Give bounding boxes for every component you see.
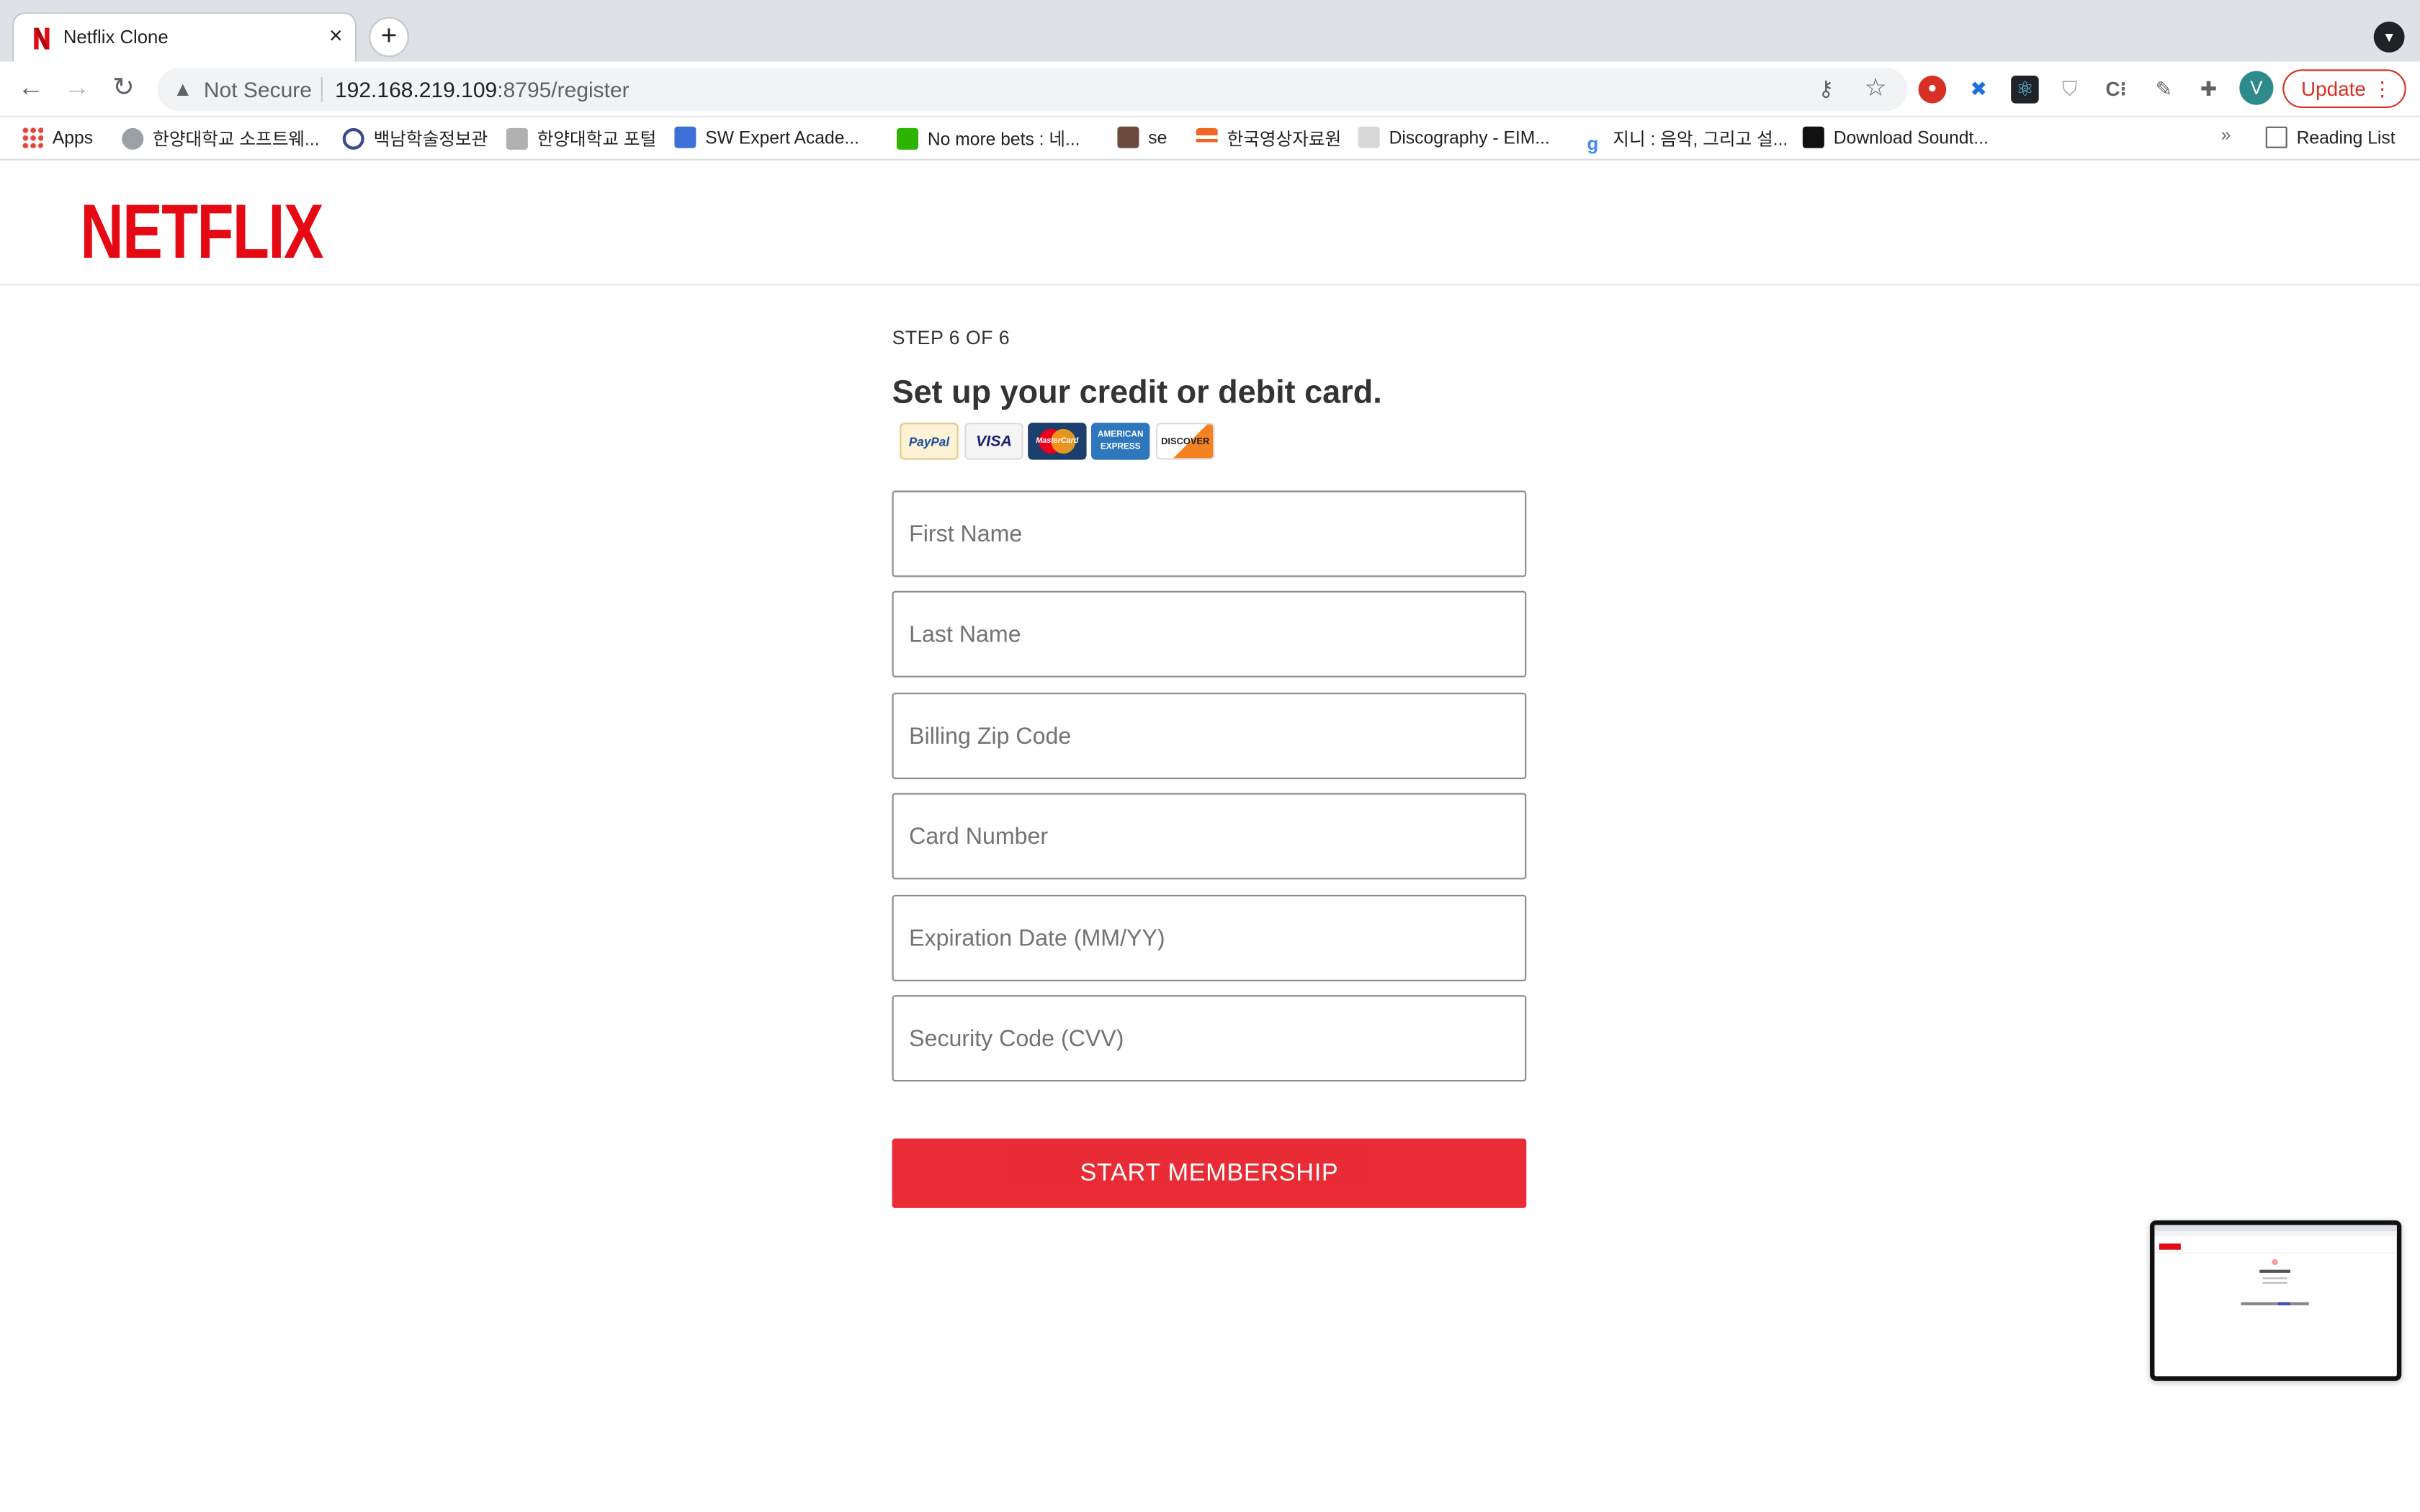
warning-icon: ▲ — [173, 77, 193, 101]
bookmark-label: Discography - EIM... — [1389, 130, 1550, 148]
netflix-logo[interactable]: NETFLIX — [80, 188, 323, 274]
bookmark-library[interactable]: 백남학술정보관 — [342, 127, 488, 151]
start-membership-button[interactable]: START MEMBERSHIP — [892, 1138, 1527, 1208]
security-code-input[interactable] — [893, 996, 1525, 1080]
expiration-date-input[interactable] — [893, 896, 1525, 980]
screen: Netflix Clone × + ▼ ← → ↻ ▲ Not Secure 1… — [0, 0, 2420, 1512]
tab-search-icon[interactable]: ▼ — [2373, 22, 2405, 53]
extensions-puzzle-icon[interactable]: ✚ — [2195, 76, 2223, 104]
sw-expert-icon — [674, 126, 696, 148]
mastercard-logo: MasterCard — [1028, 423, 1087, 460]
devtools-extension-icon[interactable]: ✖ — [1965, 76, 1993, 104]
security-code-field[interactable] — [892, 995, 1527, 1082]
bookmark-hanyang-portal[interactable]: 한양대학교 포털 — [506, 127, 656, 151]
billing-zip-input[interactable] — [893, 694, 1525, 778]
tab-netflix-clone[interactable]: Netflix Clone × — [12, 12, 357, 62]
new-tab-button[interactable]: + — [369, 17, 409, 58]
photo-icon — [1117, 126, 1139, 148]
reading-list-label: Reading List — [2296, 130, 2396, 148]
shield-extension-icon[interactable]: ⛉ — [2056, 76, 2084, 104]
address-divider — [321, 77, 323, 102]
bookmark-kofa[interactable]: 한국영상자료원 — [1196, 127, 1342, 151]
expiration-date-field[interactable] — [892, 894, 1527, 981]
netflix-favicon-icon — [34, 27, 50, 50]
profile-avatar[interactable]: V — [2239, 71, 2274, 105]
bookmarks-overflow-button[interactable]: » — [2221, 127, 2231, 145]
forward-icon[interactable]: → — [60, 71, 94, 105]
more-menu-icon[interactable]: ⋮ — [2372, 71, 2393, 107]
tab-title: Netflix Clone — [63, 26, 169, 48]
discover-logo: DISCOVER — [1156, 423, 1215, 460]
screenshot-preview-thumbnail[interactable] — [2150, 1220, 2402, 1381]
c-extension-icon[interactable]: C⁝ — [2102, 76, 2130, 104]
first-name-input[interactable] — [893, 492, 1525, 576]
blog-icon — [897, 127, 918, 150]
paypal-logo: PayPal — [900, 423, 959, 460]
card-number-field[interactable] — [892, 793, 1527, 880]
url-path: :8795/register — [497, 77, 629, 102]
url-host: 192.168.219.109 — [335, 77, 498, 102]
page-title: Set up your credit or debit card. — [892, 374, 1382, 410]
bookmark-sw-expert[interactable]: SW Expert Acade... — [674, 126, 859, 148]
url-text[interactable]: 192.168.219.109:8795/register — [335, 77, 629, 102]
bookmark-soundtrack[interactable]: Download Soundt... — [1802, 126, 1989, 148]
card-number-input[interactable] — [893, 794, 1525, 878]
discography-icon — [1358, 126, 1380, 148]
update-button[interactable]: Update ⋮ — [2282, 69, 2406, 108]
bookmark-apps[interactable]: Apps — [22, 126, 94, 148]
bookmark-label: 한양대학교 소프트웨... — [153, 131, 320, 150]
reading-list-icon — [2265, 126, 2287, 148]
billing-zip-field[interactable] — [892, 693, 1527, 780]
last-name-field[interactable] — [892, 590, 1527, 678]
bookmark-label: Download Soundt... — [1833, 130, 1989, 148]
eyedropper-extension-icon[interactable]: ✎ — [2150, 76, 2178, 104]
update-label: Update — [2301, 77, 2366, 101]
address-bar[interactable]: ▲ Not Secure 192.168.219.109:8795/regist… — [157, 68, 1908, 112]
bookmark-no-more-bets[interactable]: No more bets : 네... — [897, 127, 1080, 151]
bookmark-label: 백남학술정보관 — [373, 131, 488, 150]
tab-close-icon[interactable]: × — [329, 22, 343, 53]
react-extension-icon[interactable]: ⚛ — [2011, 76, 2039, 104]
bookmark-label: 지니 : 음악, 그리고 설... — [1613, 131, 1788, 150]
bookmark-label: No more bets : 네... — [927, 131, 1080, 150]
amex-logo: AMERICAN EXPRESS — [1091, 423, 1150, 460]
bookmark-label: SW Expert Acade... — [705, 130, 859, 148]
page-content: NETFLIX STEP 6 OF 6 Set up your credit o… — [0, 160, 2420, 1512]
bookmark-star-icon[interactable]: ☆ — [1865, 73, 1887, 104]
visa-logo: VISA — [964, 423, 1023, 460]
reload-icon[interactable]: ↻ — [107, 71, 140, 105]
kofa-icon — [1196, 127, 1218, 150]
security-status[interactable]: Not Secure — [204, 77, 312, 102]
back-icon[interactable]: ← — [14, 71, 48, 105]
bookmark-label: Apps — [52, 130, 94, 148]
library-icon — [342, 127, 364, 150]
globe-icon — [122, 127, 144, 150]
mastercard-label: MasterCard — [1036, 436, 1079, 446]
bookmarks-bar: Apps 한양대학교 소프트웨... 백남학술정보관 한양대학교 포털 SW E… — [0, 117, 2420, 161]
bookmark-label: 한양대학교 포털 — [537, 131, 657, 150]
step-indicator: STEP 6 OF 6 — [892, 327, 1010, 349]
bookmark-hanyang-sw[interactable]: 한양대학교 소프트웨... — [122, 127, 320, 151]
soundtrack-icon — [1802, 126, 1824, 148]
site-header: NETFLIX — [0, 161, 2420, 286]
apps-grid-icon — [22, 126, 43, 148]
last-name-input[interactable] — [893, 592, 1525, 676]
reading-list-button[interactable]: Reading List — [2265, 126, 2396, 148]
key-icon[interactable]: ⚷ — [1818, 76, 1834, 102]
thumbnail-preview-icon — [2154, 1225, 2397, 1305]
tab-strip: Netflix Clone × + ▼ — [0, 0, 2420, 62]
bookmark-se[interactable]: se — [1117, 126, 1168, 148]
first-name-field[interactable] — [892, 490, 1527, 577]
portal-icon — [506, 127, 528, 150]
adblock-extension-icon[interactable]: ● — [1918, 76, 1947, 104]
bookmark-label: 한국영상자료원 — [1227, 131, 1342, 150]
bookmark-discography[interactable]: Discography - EIM... — [1358, 126, 1550, 148]
bookmark-genie[interactable]: g 지니 : 음악, 그리고 설... — [1582, 127, 1788, 156]
genie-icon: g — [1587, 132, 1599, 155]
browser-toolbar: ← → ↻ ▲ Not Secure 192.168.219.109:8795/… — [0, 61, 2420, 117]
bookmark-label: se — [1148, 130, 1168, 148]
